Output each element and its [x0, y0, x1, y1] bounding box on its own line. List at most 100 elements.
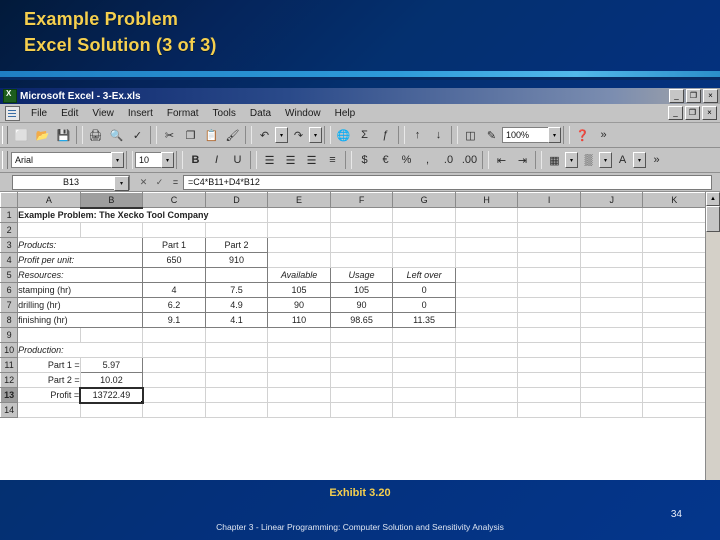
sort-descending-icon[interactable]: ↓ [428, 125, 449, 145]
column-header-a[interactable]: A [17, 192, 81, 208]
cell-G12[interactable] [392, 372, 456, 388]
cell-G3[interactable] [392, 237, 456, 253]
drawing-icon[interactable]: ✎ [481, 125, 502, 145]
open-icon[interactable]: 📂 [32, 125, 53, 145]
cell-I5[interactable] [517, 267, 581, 283]
undo-dropdown-icon[interactable]: ▾ [275, 127, 288, 143]
cell-J11[interactable] [579, 357, 644, 373]
spelling-icon[interactable]: ✓ [127, 125, 148, 145]
cell-D8[interactable]: 4.1 [204, 312, 269, 328]
cell-G5[interactable]: Left over [392, 267, 456, 283]
cell-J7[interactable] [579, 297, 644, 313]
cell-K7[interactable] [642, 297, 706, 313]
undo-icon[interactable]: ↶ [254, 125, 275, 145]
cell-J12[interactable] [579, 372, 644, 388]
cell-A12[interactable]: Part 2 = [17, 372, 81, 388]
cell-K6[interactable] [642, 282, 706, 298]
format-painter-icon[interactable]: 🖌 [222, 125, 243, 145]
menu-item-data[interactable]: Data [243, 107, 278, 120]
cell-E10[interactable] [267, 342, 331, 358]
paste-icon[interactable]: 📋 [201, 125, 222, 145]
cell-K8[interactable] [642, 312, 706, 328]
formula-input[interactable]: =C4*B11+D4*B12 [183, 174, 712, 190]
cell-C12[interactable] [142, 372, 206, 388]
font-name-input[interactable]: Arial [11, 152, 111, 168]
cell-B11[interactable]: 5.97 [79, 357, 144, 373]
cell-F11[interactable] [329, 357, 394, 373]
cell-H12[interactable] [454, 372, 519, 388]
toolbar-overflow-icon[interactable]: » [593, 125, 614, 145]
cell-J6[interactable] [579, 282, 644, 298]
cell-H6[interactable] [454, 282, 519, 298]
cell-H5[interactable] [454, 267, 519, 283]
cell-G14[interactable] [392, 402, 456, 418]
font-color-icon[interactable]: A [612, 150, 633, 170]
column-header-g[interactable]: G [392, 192, 456, 208]
cell-F4[interactable] [329, 252, 394, 268]
menu-item-window[interactable]: Window [278, 107, 328, 120]
autosum-icon[interactable]: Σ [354, 125, 375, 145]
cell-A5[interactable]: Resources: [17, 267, 144, 283]
cell-B9[interactable] [79, 327, 144, 343]
cell-I6[interactable] [517, 282, 581, 298]
cell-D10[interactable] [204, 342, 269, 358]
cell-J9[interactable] [579, 327, 644, 343]
column-header-h[interactable]: H [454, 192, 519, 208]
cell-D3[interactable]: Part 2 [204, 237, 269, 253]
cell-C2[interactable] [142, 222, 206, 238]
cell-F5[interactable]: Usage [329, 267, 394, 283]
increase-decimal-icon[interactable]: .0 [438, 150, 459, 170]
cell-D9[interactable] [204, 327, 269, 343]
cell-E14[interactable] [267, 402, 331, 418]
cell-I13[interactable] [517, 387, 581, 403]
borders-dropdown-icon[interactable]: ▾ [565, 152, 578, 168]
cell-G8[interactable]: 11.35 [392, 312, 456, 328]
cell-H2[interactable] [454, 222, 519, 238]
cell-F3[interactable] [329, 237, 394, 253]
cell-K2[interactable] [642, 222, 706, 238]
comma-icon[interactable]: , [417, 150, 438, 170]
cell-B2[interactable] [79, 222, 144, 238]
cell-D14[interactable] [204, 402, 269, 418]
cell-D2[interactable] [204, 222, 269, 238]
menu-item-edit[interactable]: Edit [54, 107, 85, 120]
cell-G13[interactable] [392, 387, 456, 403]
cell-E6[interactable]: 105 [267, 282, 331, 298]
cell-F7[interactable]: 90 [329, 297, 394, 313]
cell-K11[interactable] [642, 357, 706, 373]
align-right-icon[interactable]: ☰ [301, 150, 322, 170]
currency-icon[interactable]: $ [354, 150, 375, 170]
underline-icon[interactable]: U [227, 150, 248, 170]
menu-item-file[interactable]: File [24, 107, 54, 120]
decrease-indent-icon[interactable]: ⇤ [491, 150, 512, 170]
cell-D7[interactable]: 4.9 [204, 297, 269, 313]
cell-C14[interactable] [142, 402, 206, 418]
column-header-k[interactable]: K [642, 192, 706, 208]
cell-H7[interactable] [454, 297, 519, 313]
cell-F12[interactable] [329, 372, 394, 388]
cell-G4[interactable] [392, 252, 456, 268]
workbook-window-controls[interactable]: _ ❐ × [668, 106, 717, 120]
cell-K4[interactable] [642, 252, 706, 268]
cell-A8[interactable]: finishing (hr) [17, 312, 144, 328]
cell-I4[interactable] [517, 252, 581, 268]
bold-icon[interactable]: B [185, 150, 206, 170]
workbook-close-button[interactable]: × [702, 106, 717, 120]
cell-B14[interactable] [79, 402, 144, 418]
cell-C4[interactable]: 650 [142, 252, 206, 268]
formatting-overflow-icon[interactable]: » [646, 150, 667, 170]
cell-H10[interactable] [454, 342, 519, 358]
name-box-dropdown-icon[interactable]: ▾ [114, 175, 129, 191]
redo-dropdown-icon[interactable]: ▾ [309, 127, 322, 143]
cell-K14[interactable] [642, 402, 706, 418]
cell-C7[interactable]: 6.2 [142, 297, 206, 313]
cell-G11[interactable] [392, 357, 456, 373]
cell-E12[interactable] [267, 372, 331, 388]
row-header-10[interactable]: 10 [0, 342, 19, 358]
cut-icon[interactable]: ✂ [159, 125, 180, 145]
workbook-minimize-button[interactable]: _ [668, 106, 683, 120]
cell-F14[interactable] [329, 402, 394, 418]
font-name-dropdown-icon[interactable]: ▾ [111, 152, 124, 168]
sort-ascending-icon[interactable]: ↑ [407, 125, 428, 145]
cell-J1[interactable] [579, 207, 644, 223]
